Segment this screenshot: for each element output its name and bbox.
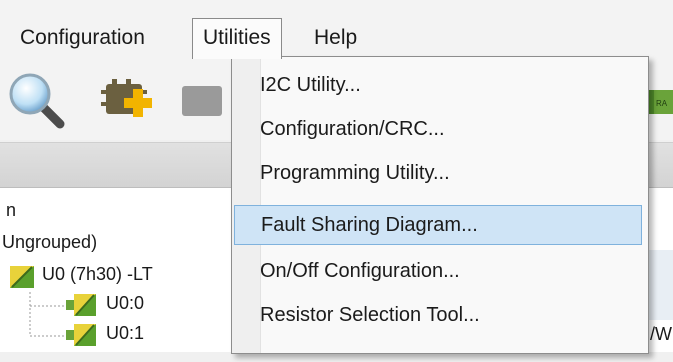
menu-item-fault-sharing-diagram[interactable]: Fault Sharing Diagram...	[234, 205, 642, 245]
menu-item-on-off-configuration[interactable]: On/Off Configuration...	[234, 251, 642, 291]
add-device-icon	[101, 79, 152, 117]
tree-channel-label: U0:0	[106, 293, 145, 313]
search-icon	[9, 73, 65, 129]
device-status-icon	[66, 294, 96, 316]
device-icon	[182, 86, 222, 116]
menu-configuration[interactable]: Configuration	[12, 20, 153, 56]
tree-item-channel[interactable]: U0:0	[66, 292, 206, 318]
device-button[interactable]	[172, 70, 234, 130]
menu-bar: Configuration Utilities Help	[0, 0, 673, 60]
tree-device-label: U0 (7h30) -LT	[42, 264, 153, 284]
menu-item-i2c-utility[interactable]: I2C Utility...	[234, 65, 642, 105]
search-button[interactable]	[6, 70, 68, 130]
utilities-dropdown-menu: I2C Utility... Configuration/CRC... Prog…	[231, 56, 649, 354]
tree-partial-label: n	[6, 200, 17, 220]
svg-text:RA: RA	[656, 99, 668, 108]
device-status-icon	[10, 266, 34, 288]
device-status-icon	[66, 324, 96, 346]
menu-item-configuration-crc[interactable]: Configuration/CRC...	[234, 109, 642, 149]
tree-group-label: Ungrouped)	[2, 232, 98, 252]
add-device-button[interactable]	[96, 70, 158, 130]
menu-help[interactable]: Help	[306, 20, 365, 56]
menu-item-programming-utility[interactable]: Programming Utility...	[234, 153, 642, 193]
menu-utilities[interactable]: Utilities	[192, 18, 282, 59]
partial-text: /W	[650, 324, 672, 344]
tree-channel-label: U0:1	[106, 323, 145, 343]
tree-item-device[interactable]: U0 (7h30) -LT	[10, 262, 230, 290]
menu-item-resistor-selection-tool[interactable]: Resistor Selection Tool...	[234, 295, 642, 335]
tree-item-channel[interactable]: U0:1	[66, 322, 206, 348]
